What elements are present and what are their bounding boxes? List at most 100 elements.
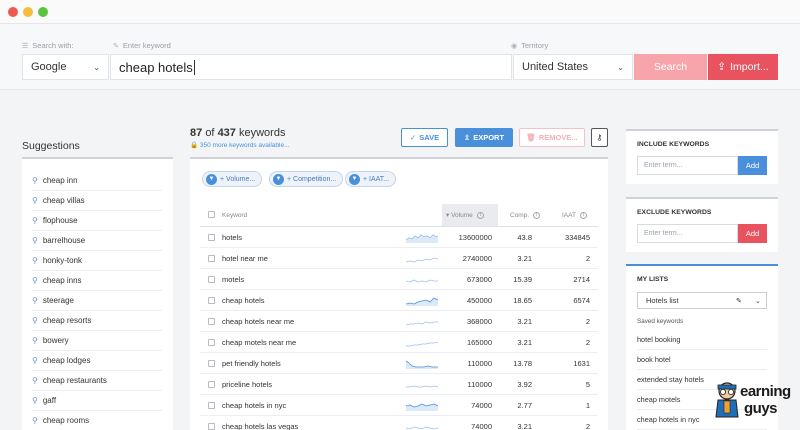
table-row[interactable]: cheap hotels in nyc 74000 2.77 1 [200, 395, 598, 416]
list-icon: ☰ [22, 42, 29, 50]
volume-cell: 368000 [466, 316, 492, 326]
table-row[interactable]: hotels 13600000 43.8 334845 [200, 227, 598, 248]
trend-sparkline [406, 257, 438, 263]
chevron-down-icon: ⌄ [617, 62, 624, 72]
iaat-cell: 2 [585, 316, 590, 326]
iaat-cell: 2 [585, 421, 590, 430]
trend-sparkline [406, 279, 438, 283]
list-select[interactable]: Hotels list ✎ ⌄ [637, 292, 767, 309]
minimize-window-button[interactable] [23, 7, 33, 17]
territory-select[interactable]: United States ⌄ [513, 54, 633, 80]
saved-keyword-item[interactable]: book hotel [637, 350, 767, 370]
comp-cell: 43.8 [517, 232, 532, 242]
import-button[interactable]: ⇪ Import... [708, 54, 778, 80]
exclude-term-input[interactable]: Enter term... [637, 224, 738, 243]
table-row[interactable]: pet friendly hotels 110000 13.78 1631 [200, 353, 598, 374]
search-icon: ⚲ [32, 316, 38, 325]
row-checkbox[interactable] [208, 423, 215, 430]
suggestion-item[interactable]: ⚲ cheap rooms [32, 411, 162, 430]
comp-cell: 3.92 [517, 379, 532, 389]
suggestion-item[interactable]: ⚲ cheap villas [32, 191, 162, 211]
table-row[interactable]: cheap hotels near me 368000 3.21 2 [200, 311, 598, 332]
suggestion-item[interactable]: ⚲ cheap inn [32, 171, 162, 191]
saved-keyword-item[interactable]: hotel booking [637, 330, 767, 350]
suggestion-item[interactable]: ⚲ honky-tonk [32, 251, 162, 271]
lock-icon: 🔒 [190, 142, 199, 149]
suggestion-item[interactable]: ⚲ cheap lodges [32, 351, 162, 371]
table-row[interactable]: motels 673000 15.39 2714 [200, 269, 598, 290]
exclude-add-button[interactable]: Add [738, 224, 767, 243]
volume-cell: 673000 [466, 274, 492, 284]
pencil-icon: ✎ [113, 42, 119, 50]
filter-iaat-chip[interactable]: ▼ + IAAT... [345, 171, 397, 187]
key-button[interactable]: ⚷ [591, 128, 608, 147]
keyword-cell: hotel near me [222, 253, 268, 263]
check-icon: ✓ [409, 133, 417, 142]
save-button[interactable]: ✓ SAVE [401, 128, 448, 147]
keyword-cell: motels [222, 274, 245, 284]
more-keywords-link[interactable]: 🔒 350 more keywords available... [190, 141, 290, 149]
logo-text-line2: guys [744, 400, 778, 417]
row-checkbox[interactable] [208, 402, 215, 409]
row-checkbox[interactable] [208, 360, 215, 367]
volume-cell: 110000 [467, 358, 492, 368]
row-checkbox[interactable] [208, 297, 215, 304]
include-add-button[interactable]: Add [738, 156, 767, 175]
column-header-iaat[interactable]: IAAT i [562, 204, 587, 226]
include-term-input[interactable]: Enter term... [637, 156, 738, 175]
filter-icon: ▼ [206, 173, 217, 185]
search-engine-select[interactable]: Google ⌄ [22, 54, 109, 80]
column-header-keyword[interactable]: Keyword [222, 204, 247, 226]
table-row[interactable]: cheap hotels las vegas 74000 3.21 2 [200, 416, 598, 430]
iaat-cell: 1631 [573, 358, 590, 368]
column-header-comp[interactable]: Comp. i [510, 204, 541, 226]
mascot-icon [715, 382, 739, 418]
exclude-keywords-panel: EXCLUDE KEYWORDS Enter term... Add [626, 197, 778, 252]
table-row[interactable]: hotel near me 2740000 3.21 2 [200, 248, 598, 269]
export-button[interactable]: ⇫ EXPORT [455, 128, 513, 147]
close-window-button[interactable] [8, 7, 18, 17]
search-icon: ⚲ [32, 416, 38, 425]
territory-label: ◉ Territory [511, 41, 549, 50]
iaat-cell: 2 [585, 337, 590, 347]
search-icon: ⚲ [32, 296, 38, 305]
select-all-checkbox[interactable] [208, 211, 215, 218]
suggestion-item[interactable]: ⚲ bowery [32, 331, 162, 351]
column-header-volume[interactable]: ▾ Volume i [446, 204, 484, 226]
keyword-cell: cheap hotels las vegas [222, 421, 299, 430]
results-count: 87 of 437 keywords [190, 127, 286, 139]
suggestion-item[interactable]: ⚲ steerage [32, 291, 162, 311]
search-icon: ⚲ [32, 216, 38, 225]
comp-cell: 15.39 [513, 274, 532, 284]
row-checkbox[interactable] [208, 276, 215, 283]
suggestion-item[interactable]: ⚲ cheap resorts [32, 311, 162, 331]
table-row[interactable]: priceline hotels 110000 3.92 5 [200, 374, 598, 395]
row-checkbox[interactable] [208, 318, 215, 325]
filter-volume-chip[interactable]: ▼ + Volume... [202, 171, 263, 187]
filter-competition-chip[interactable]: ▼ + Competition... [269, 171, 344, 187]
suggestion-item[interactable]: ⚲ cheap inns [32, 271, 162, 291]
table-row[interactable]: cheap hotels 450000 18.65 6574 [200, 290, 598, 311]
keyword-label: ✎ Enter keyword [113, 41, 171, 50]
edit-icon[interactable]: ✎ [736, 297, 742, 305]
search-button[interactable]: Search [634, 54, 707, 80]
suggestion-item[interactable]: ⚲ barrelhouse [32, 231, 162, 251]
suggestion-item[interactable]: ⚲ flophouse [32, 211, 162, 231]
keyword-cell: hotels [222, 232, 243, 242]
row-checkbox[interactable] [208, 339, 215, 346]
row-checkbox[interactable] [208, 381, 215, 388]
remove-button[interactable]: 🗑 REMOVE... [519, 128, 585, 147]
row-checkbox[interactable] [208, 255, 215, 262]
keyword-input[interactable]: cheap hotels [110, 54, 512, 80]
iaat-cell: 334845 [564, 232, 590, 242]
suggestion-item[interactable]: ⚲ gaff [32, 391, 162, 411]
search-icon: ⚲ [32, 176, 38, 185]
key-icon: ⚷ [596, 133, 603, 142]
trend-sparkline [406, 385, 438, 388]
table-row[interactable]: cheap motels near me 165000 3.21 2 [200, 332, 598, 353]
suggestion-item[interactable]: ⚲ cheap restaurants [32, 371, 162, 391]
trend-sparkline [406, 297, 438, 306]
maximize-window-button[interactable] [38, 7, 48, 17]
filter-icon: ▼ [273, 173, 284, 185]
row-checkbox[interactable] [208, 234, 215, 241]
